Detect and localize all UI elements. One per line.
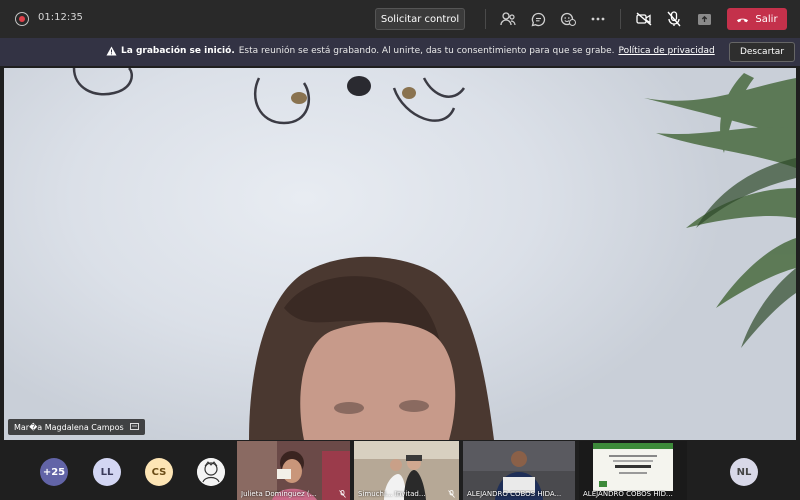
participant-tile[interactable]: Simuchi... Invitad... xyxy=(354,441,459,500)
active-speaker-label: Mar�a Magdalena Campos xyxy=(8,419,145,435)
participant-tile-name: Simuchi... Invitad... xyxy=(358,490,426,498)
mic-off-icon xyxy=(339,490,346,498)
participant-tile[interactable]: Julieta Domínguez (... xyxy=(237,441,350,500)
share-screen-icon[interactable] xyxy=(694,9,714,29)
reactions-icon[interactable] xyxy=(558,9,578,29)
main-video-stage xyxy=(4,68,796,440)
more-options-icon[interactable] xyxy=(588,9,608,29)
toolbar-divider xyxy=(485,9,486,29)
participant-tile-name: ALEJANDRO COBOS HIDA... xyxy=(467,490,562,498)
banner-message: Esta reunión se está grabando. Al unirte… xyxy=(238,46,615,56)
video-feed xyxy=(72,68,796,440)
meeting-toolbar: 01:12:35 Solicitar control Salir xyxy=(0,0,800,38)
leave-label: Salir xyxy=(755,13,778,25)
overflow-participants-avatar[interactable]: +25 xyxy=(40,458,68,486)
screen-share-indicator-icon xyxy=(129,423,139,430)
participant-tile-name: Julieta Domínguez (... xyxy=(241,490,317,498)
banner-title: La grabación se inició. xyxy=(121,46,235,56)
request-control-button[interactable]: Solicitar control xyxy=(375,8,465,30)
camera-off-icon[interactable] xyxy=(634,9,654,29)
toolbar-divider xyxy=(620,9,621,29)
mic-off-icon xyxy=(448,490,455,498)
recording-icon xyxy=(15,12,29,26)
participants-icon[interactable] xyxy=(498,9,518,29)
cartoon-avatar-icon xyxy=(197,458,225,486)
mic-off-icon[interactable] xyxy=(664,9,684,29)
phone-hangup-icon xyxy=(737,18,749,22)
participant-avatar-image[interactable] xyxy=(197,458,225,486)
participant-tile-name: ALEJANDRO COBOS HIDA... xyxy=(583,490,676,498)
dismiss-button[interactable]: Descartar xyxy=(729,42,795,62)
warning-icon xyxy=(106,46,117,56)
participant-avatar-cs[interactable]: CS xyxy=(145,458,173,486)
privacy-policy-link[interactable]: Política de privacidad xyxy=(618,46,714,56)
meeting-timer: 01:12:35 xyxy=(38,12,83,23)
participant-tile[interactable]: ALEJANDRO COBOS HIDA... xyxy=(463,441,575,500)
leave-button[interactable]: Salir xyxy=(727,8,787,30)
participant-avatar-ll[interactable]: LL xyxy=(93,458,121,486)
speaker-name: Mar�a Magdalena Campos xyxy=(14,422,124,432)
recording-banner: La grabación se inició. Esta reunión se … xyxy=(0,38,800,66)
chat-icon[interactable] xyxy=(528,9,548,29)
participant-tile[interactable]: ALEJANDRO COBOS HIDA... xyxy=(579,441,687,500)
participant-avatar-nl[interactable]: NL xyxy=(730,458,758,486)
